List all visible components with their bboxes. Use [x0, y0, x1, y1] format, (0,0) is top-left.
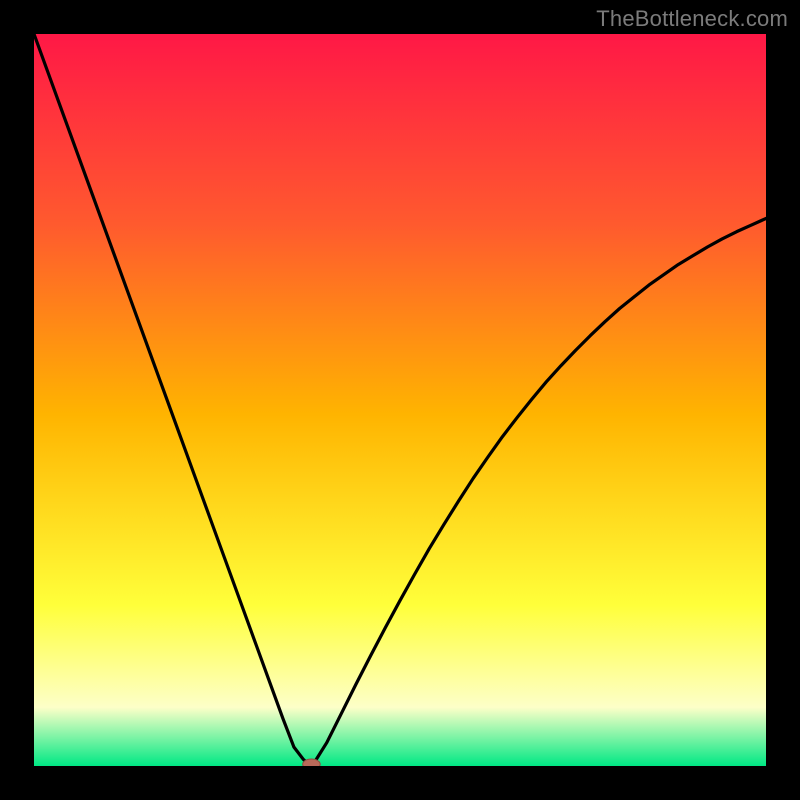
gradient-background — [34, 34, 766, 766]
plot-area — [34, 34, 766, 766]
attribution-label: TheBottleneck.com — [596, 6, 788, 32]
chart-frame: TheBottleneck.com — [0, 0, 800, 800]
minimum-marker — [303, 759, 321, 766]
chart-svg — [34, 34, 766, 766]
